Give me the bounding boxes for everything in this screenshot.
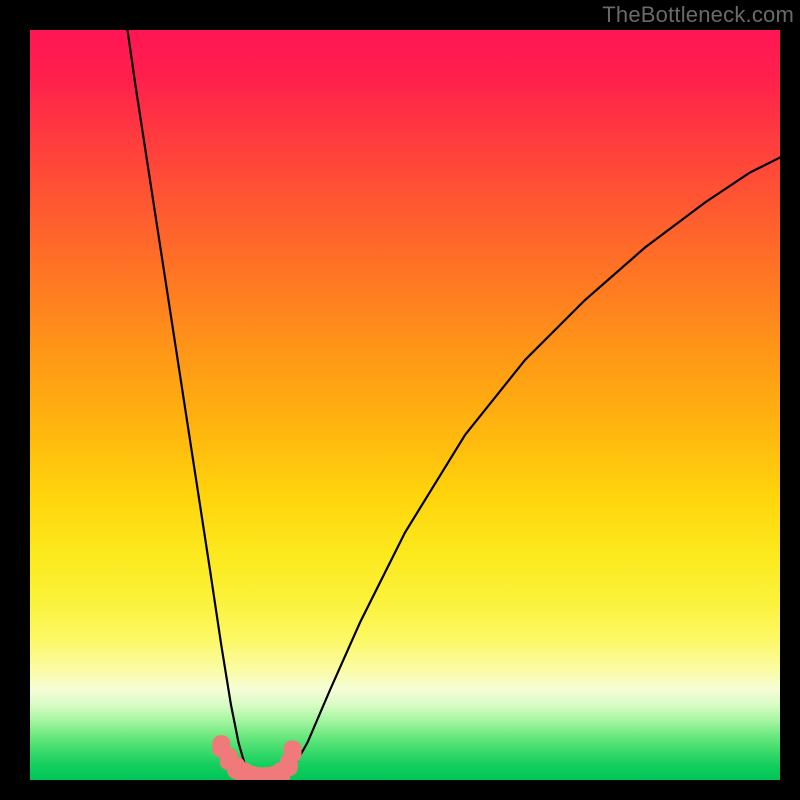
bottleneck-marker [284,741,302,763]
chart-frame: TheBottleneck.com [0,0,800,800]
curve-left-branch [128,30,256,779]
plot-area [30,30,780,780]
curve-layer [30,30,780,780]
curve-right-branch [285,158,780,778]
watermark-text: TheBottleneck.com [602,2,794,28]
